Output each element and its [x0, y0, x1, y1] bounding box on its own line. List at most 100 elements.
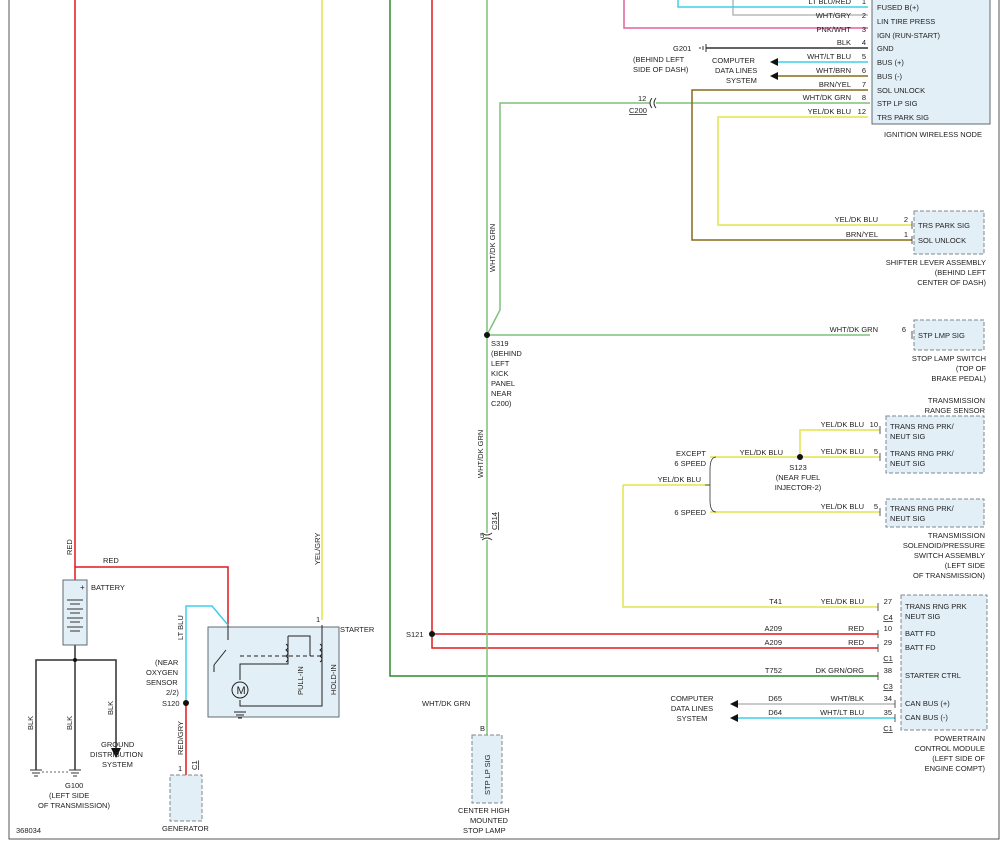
pcm-title: ENGINE COMPT)	[925, 764, 986, 773]
node-pin-number: 5	[862, 52, 866, 61]
wht-dk-grn-label-upper: WHT/DK GRN	[488, 224, 497, 272]
wire-yel-dk-blu-trs	[717, 116, 912, 226]
node-wire-label: LT BLU/RED	[808, 0, 851, 6]
s319-line: KICK	[491, 369, 509, 378]
ground-dist-1: GROUND	[101, 740, 135, 749]
hold-in-label: HOLD-IN	[329, 664, 338, 695]
shifter-pin-label: TRS PARK SIG	[918, 221, 970, 230]
pcm-title: (LEFT SIDE OF	[932, 754, 985, 763]
pcm-pin-number: 38	[884, 666, 892, 675]
pcm-circuit: A209	[764, 624, 782, 633]
stop-wire-label: WHT/DK GRN	[830, 325, 878, 334]
pcm-pin-label: STARTER CTRL	[905, 671, 961, 680]
s120-label: S120	[162, 699, 180, 708]
chmsl-title: MOUNTED	[470, 816, 508, 825]
trs-pin-number: 5	[874, 447, 878, 456]
node-pin-label: SOL UNLOCK	[877, 86, 925, 95]
generator-label: GENERATOR	[162, 824, 209, 833]
g201-ground-icon	[699, 44, 707, 52]
pcm-pin-label: TRANS RNG PRK	[905, 602, 967, 611]
pcm-pin-label: NEUT SIG	[905, 612, 940, 621]
ground-dist-3: SYSTEM	[102, 760, 133, 769]
pcm-circuit: D65	[768, 694, 782, 703]
node-pin-label: FUSED B(+)	[877, 3, 919, 12]
pcm-connector-label: C3	[883, 682, 893, 691]
pcm-pin-number: 27	[884, 597, 892, 606]
g100-line: OF TRANSMISSION)	[38, 801, 110, 810]
s319-text: S319 (BEHIND LEFT KICK PANEL NEAR C200)	[491, 339, 522, 408]
node-pin-label: GND	[877, 44, 894, 53]
s121-dot	[429, 631, 435, 637]
trs-pin-number: 10	[870, 420, 878, 429]
trs-pin-label: NEUT SIG	[890, 459, 925, 468]
battery-label: BATTERY	[91, 583, 125, 592]
shifter-title: CENTER OF DASH)	[917, 278, 986, 287]
cdl-bottom: COMPUTER	[671, 694, 715, 703]
node-pin-number: 7	[862, 80, 866, 89]
battery-red-vertical: RED	[65, 539, 74, 555]
solenoid-title: SOLENOID/PRESSURE	[903, 541, 985, 550]
s319-line: (BEHIND	[491, 349, 522, 358]
stop-lamp-pins: WHT/DK GRN 6 STP LMP SIG STOP LAMP SWITCH(T…	[830, 325, 987, 383]
pull-in-label: PULL-IN	[296, 666, 305, 695]
node-wire-label: PNK/WHT	[816, 25, 851, 34]
solenoid-pin-label: TRANS RNG PRK/	[890, 504, 955, 513]
pcm-pin-number: 29	[884, 638, 892, 647]
shifter-pin-label: SOL UNLOCK	[918, 236, 966, 245]
stop-title: BRAKE PEDAL)	[931, 374, 986, 383]
transmission-pins: TRANSMISSIONRANGE SENSORYEL/DK BLU 10 TRAN…	[658, 396, 986, 580]
pcm-circuit: D64	[768, 708, 782, 717]
s120-note: SENSOR	[146, 678, 178, 687]
trs-wire-label: YEL/DK BLU	[821, 420, 864, 429]
c200-connector-mark	[649, 97, 657, 109]
s123-wire-label: YEL/DK BLU	[740, 448, 783, 457]
node-pin-number: 1	[862, 0, 866, 6]
pcm-wire-label: DK GRN/ORG	[816, 666, 865, 675]
yel-gry-label: YEL/GRY	[313, 533, 322, 565]
solenoid-title: SWITCH ASSEMBLY	[914, 551, 985, 560]
shifter-title: (BEHIND LEFT	[935, 268, 987, 277]
node-pin-number: 12	[858, 107, 866, 116]
node-pin-number: 8	[862, 93, 866, 102]
trs-pin-label: TRANS RNG PRK/	[890, 449, 955, 458]
pcm-circuit: T752	[765, 666, 782, 675]
node-pin-number: 3	[862, 25, 866, 34]
c314-label: C314	[490, 512, 499, 530]
s120-dot	[183, 700, 189, 706]
node-wire-label: BLK	[837, 38, 851, 47]
node-pin-number: 4	[862, 38, 866, 47]
ground-wire-3: BLK	[106, 701, 115, 715]
trs-title: TRANSMISSION	[928, 396, 985, 405]
lt-blu-label: LT BLU	[176, 615, 185, 640]
six-speed-label: 6 SPEED	[674, 508, 706, 517]
shifter-pin-number: 2	[904, 215, 908, 224]
shifter-wire-label: BRN/YEL	[846, 230, 878, 239]
generator-conn: C1	[190, 760, 199, 770]
g100-line: G100	[65, 781, 83, 790]
pcm-connector-label: C1	[883, 724, 893, 733]
generator-pin: 1	[178, 764, 182, 773]
cdl-bottom: SYSTEM	[677, 714, 708, 723]
arrow-icon	[730, 700, 738, 722]
c314-pin: 5	[480, 531, 484, 540]
trs-pin-label: NEUT SIG	[890, 432, 925, 441]
shifter-wire-label: YEL/DK BLU	[835, 215, 878, 224]
stop-pin-number: 6	[902, 325, 906, 334]
ground-split-dot	[73, 658, 77, 662]
red-gry-label: RED/GRY	[176, 721, 185, 755]
except-6-speed: 6 SPEED	[674, 459, 706, 468]
shifter-box	[913, 210, 985, 255]
s120-note: OXYGEN	[146, 668, 178, 677]
g100-line: (LEFT SIDE	[49, 791, 89, 800]
node-wire-label: WHT/DK GRN	[803, 93, 851, 102]
shifter-pin-number: 1	[904, 230, 908, 239]
battery-plus-sign: +	[80, 583, 85, 592]
pcm-pin-number: 10	[884, 624, 892, 633]
pcm-circuit: T41	[769, 597, 782, 606]
cdl-bottom: DATA LINES	[671, 704, 713, 713]
g201-note-1: (BEHIND LEFT	[633, 55, 685, 64]
c200-pin: 12	[638, 94, 646, 103]
pcm-pin-label: CAN BUS (+)	[905, 699, 950, 708]
pcm-wire-label: WHT/LT BLU	[820, 708, 864, 717]
pcm-pin-label: BATT FD	[905, 643, 936, 652]
